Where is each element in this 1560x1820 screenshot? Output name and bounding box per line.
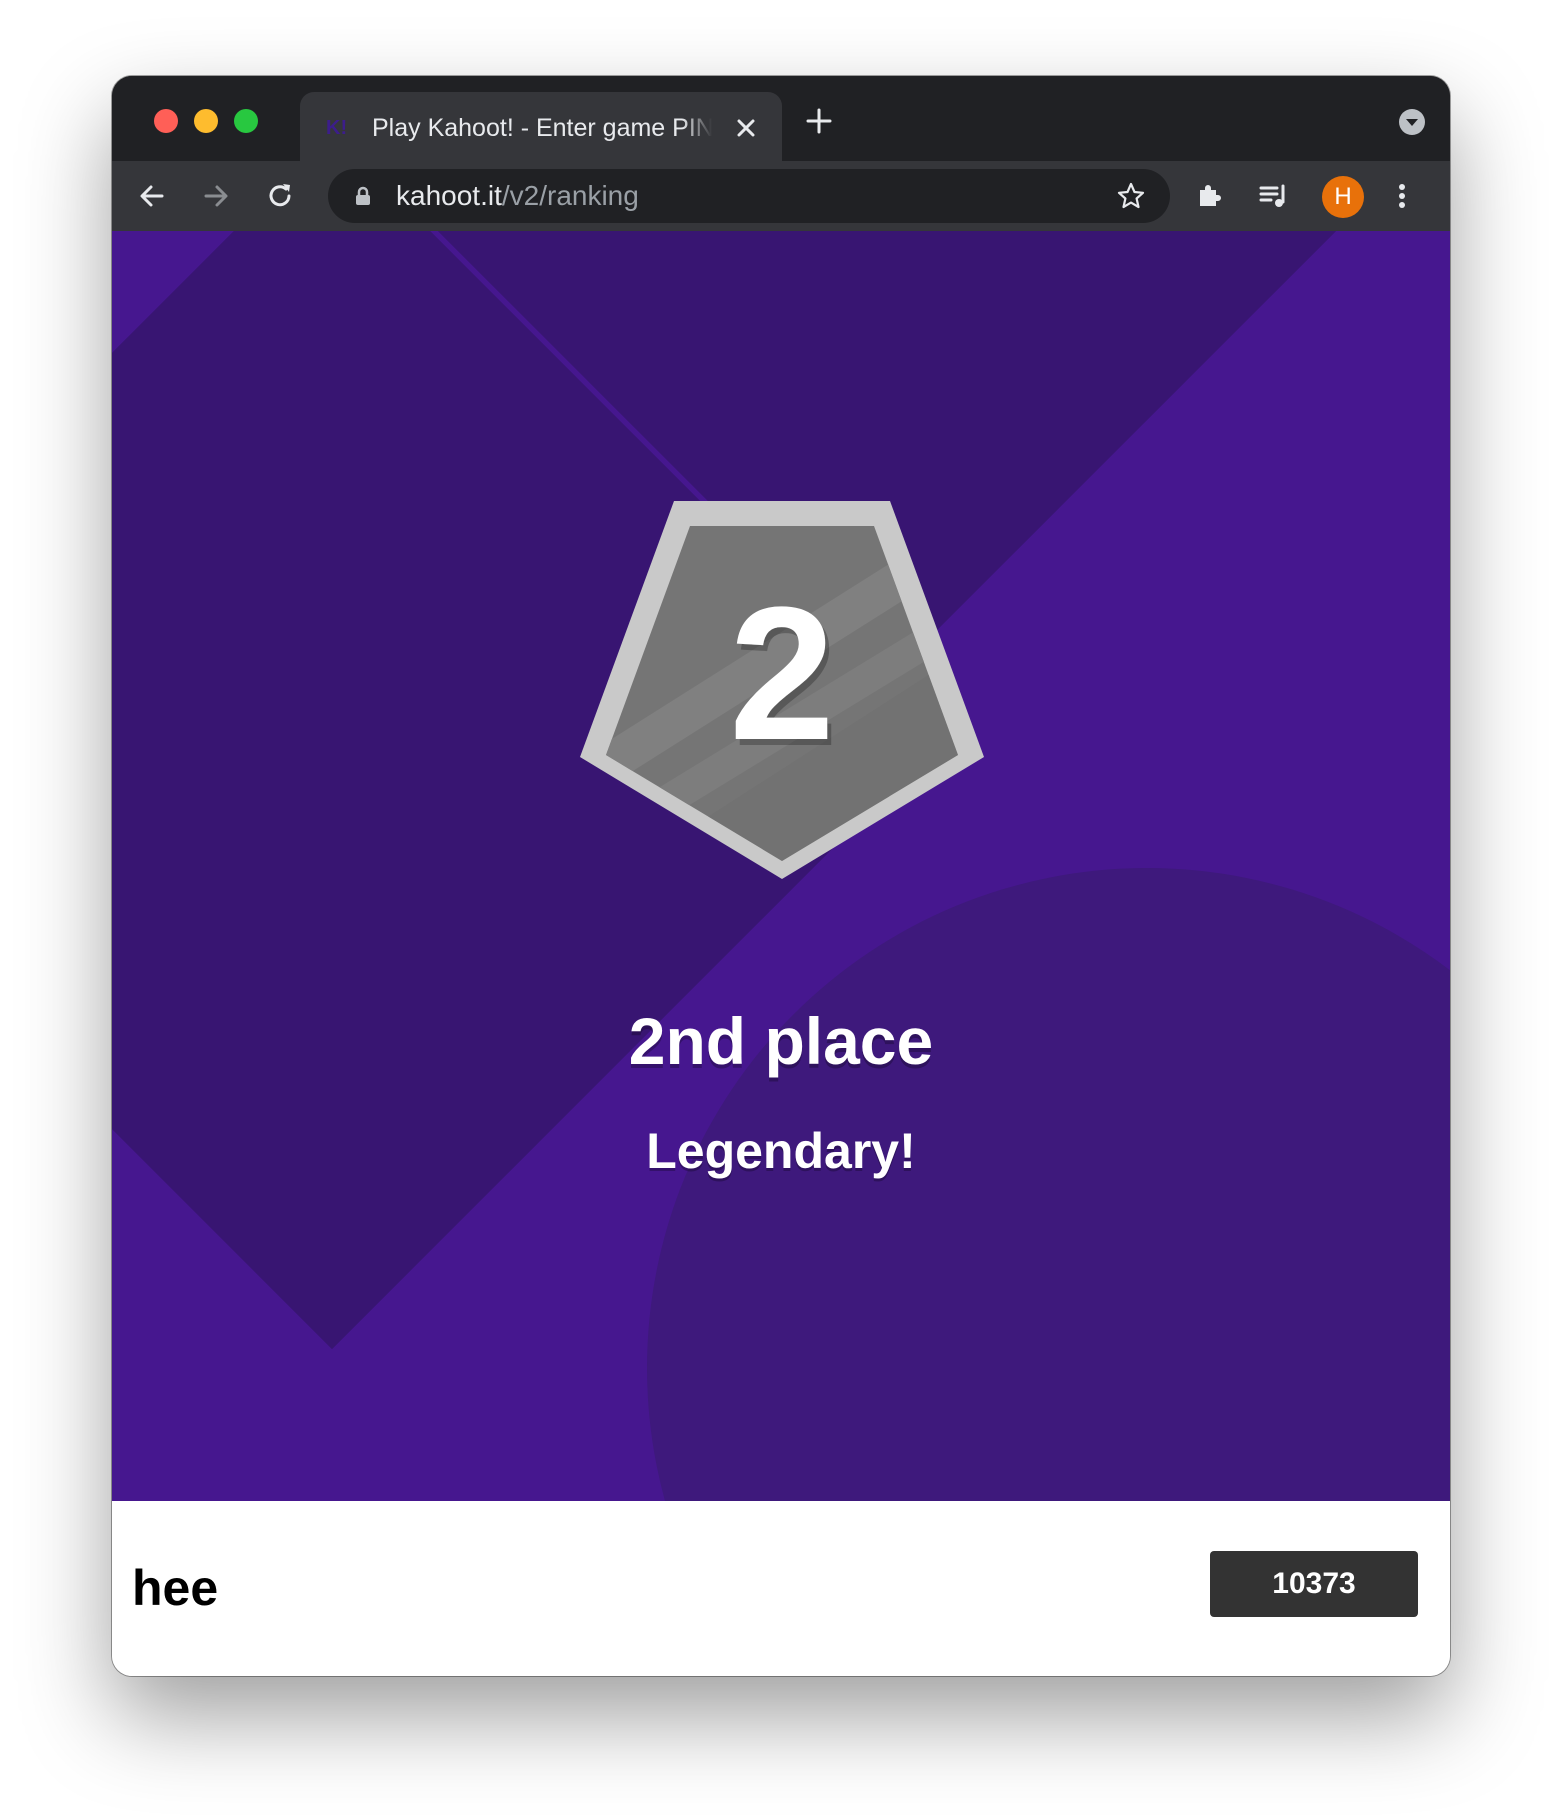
profile-avatar[interactable]: H xyxy=(1322,176,1364,218)
extensions-icon[interactable] xyxy=(1192,178,1228,214)
player-bar: hee 10373 xyxy=(112,1501,1450,1676)
minimize-window-button[interactable] xyxy=(194,109,218,133)
back-icon[interactable] xyxy=(134,178,170,214)
url-path: /v2/ranking xyxy=(501,180,639,211)
tab-title: Play Kahoot! - Enter game PIN here! xyxy=(372,112,712,144)
score-badge: 10373 xyxy=(1210,1551,1418,1617)
forward-icon[interactable] xyxy=(198,178,234,214)
zoom-window-button[interactable] xyxy=(234,109,258,133)
place-heading: 2nd place xyxy=(628,1004,934,1078)
kahoot-favicon-icon: K! xyxy=(326,117,348,139)
plus-icon[interactable] xyxy=(802,104,836,138)
url-host: kahoot.it xyxy=(396,180,502,211)
chevron-down-icon[interactable] xyxy=(1398,108,1426,136)
address-bar[interactable]: kahoot.it/v2/ranking xyxy=(328,169,1170,223)
url-text: kahoot.it/v2/ranking xyxy=(396,179,639,213)
reading-list-icon[interactable] xyxy=(1256,178,1292,214)
page-content: 2 2nd place Legendary! hee 10373 xyxy=(112,231,1450,1676)
lock-icon[interactable] xyxy=(352,185,374,207)
close-icon[interactable] xyxy=(730,112,762,144)
star-icon[interactable] xyxy=(1116,181,1146,211)
close-window-button[interactable] xyxy=(154,109,178,133)
praise-message: Legendary! xyxy=(646,1123,916,1179)
browser-window: K! Play Kahoot! - Enter game PIN here! xyxy=(112,76,1450,1676)
menu-icon[interactable] xyxy=(1384,178,1420,214)
reload-icon[interactable] xyxy=(262,178,298,214)
player-nickname: hee xyxy=(132,1560,219,1616)
background-circle-shape xyxy=(647,868,1450,1501)
rank-badge-icon: 2 xyxy=(580,501,984,879)
tab-strip: K! Play Kahoot! - Enter game PIN here! xyxy=(112,76,1450,161)
browser-tab[interactable]: K! Play Kahoot! - Enter game PIN here! xyxy=(300,92,782,161)
browser-toolbar: kahoot.it/v2/ranking H xyxy=(112,161,1450,231)
ranking-stage: 2 2nd place Legendary! xyxy=(112,231,1450,1501)
rank-number: 2 xyxy=(729,568,835,780)
